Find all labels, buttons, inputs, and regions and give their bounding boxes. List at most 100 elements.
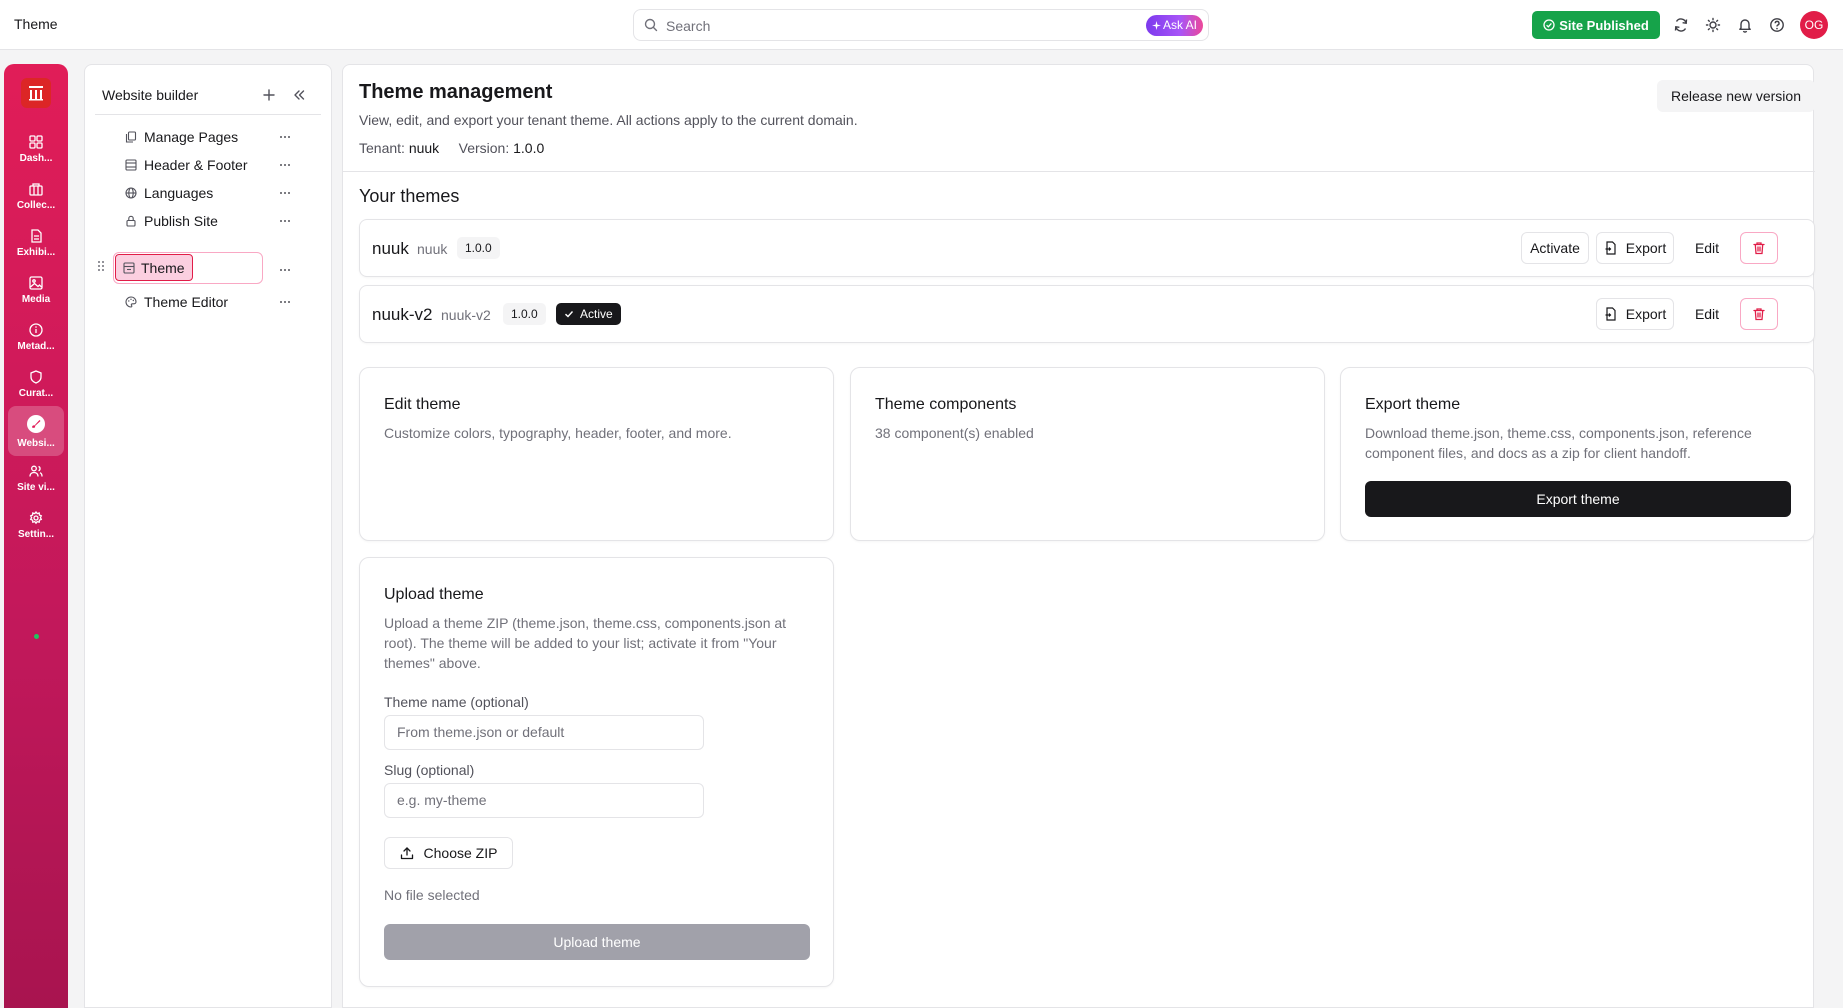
release-new-version-button[interactable]: Release new version bbox=[1657, 80, 1815, 112]
card-description-line: themes" above. bbox=[384, 655, 481, 671]
site-published-button[interactable]: Site Published bbox=[1532, 11, 1660, 39]
more-icon[interactable] bbox=[277, 294, 293, 310]
check-icon bbox=[565, 311, 574, 318]
choose-zip-button[interactable]: Choose ZIP bbox=[384, 837, 513, 869]
delete-button[interactable] bbox=[1740, 298, 1778, 330]
search-icon bbox=[644, 18, 658, 32]
sidebar-item-publish-site[interactable]: Publish Site bbox=[125, 207, 281, 235]
theme-row-nuuk-v2: nuuk-v2 nuuk-v2 1.0.0 Active Export Edit bbox=[359, 285, 1815, 343]
file-export-icon bbox=[1605, 241, 1616, 255]
version-badge: 1.0.0 bbox=[503, 303, 546, 325]
rail-item-label: Collec... bbox=[16, 199, 56, 211]
theme-name-label: Theme name (optional) bbox=[384, 694, 529, 710]
activate-button[interactable]: Activate bbox=[1521, 232, 1589, 264]
plus-icon[interactable] bbox=[261, 87, 277, 103]
rail-item-media[interactable]: Media bbox=[8, 265, 64, 315]
upload-icon bbox=[400, 847, 413, 860]
rail-item-label: Media bbox=[21, 293, 51, 305]
theme-slug: nuuk-v2 bbox=[441, 307, 491, 323]
document-icon bbox=[31, 228, 42, 243]
card-title: Theme components bbox=[875, 396, 1017, 413]
refresh-icon[interactable] bbox=[1671, 15, 1691, 35]
chevrons-left-icon[interactable] bbox=[291, 87, 307, 103]
grid-icon bbox=[29, 134, 43, 149]
bell-icon[interactable] bbox=[1735, 15, 1755, 35]
export-button[interactable]: Export bbox=[1596, 232, 1674, 264]
edit-theme-card[interactable]: Edit theme Customize colors, typography,… bbox=[359, 367, 834, 541]
rail-item-label: Metad... bbox=[17, 340, 55, 352]
card-description-line: root). The theme will be added to your l… bbox=[384, 635, 777, 651]
rail-item-label: Exhibi... bbox=[16, 246, 56, 258]
rail-item-exhibitions[interactable]: Exhibi... bbox=[8, 218, 64, 268]
rail-item-site-visitors[interactable]: Site vi... bbox=[8, 453, 64, 503]
site-status-label: Site Published bbox=[1559, 17, 1649, 33]
theme-name: nuuk-v2 bbox=[372, 305, 433, 324]
rail-item-label: Settin... bbox=[17, 528, 55, 540]
themes-heading: Your themes bbox=[359, 186, 460, 206]
shield-icon bbox=[30, 369, 42, 384]
theme-name-input[interactable]: From theme.json or default bbox=[384, 715, 704, 750]
sun-icon[interactable] bbox=[1703, 15, 1723, 35]
slug-label: Slug (optional) bbox=[384, 762, 475, 778]
ask-ai-label: Ask AI bbox=[1162, 18, 1197, 32]
more-icon[interactable] bbox=[277, 157, 293, 173]
sidebar-item-header-footer[interactable]: Header & Footer bbox=[125, 151, 281, 179]
sidebar-item-theme-editor[interactable]: Theme Editor bbox=[125, 288, 281, 316]
users-icon bbox=[29, 465, 43, 477]
rail-item-dashboard[interactable]: Dash... bbox=[8, 124, 64, 174]
upload-theme-card: Upload theme Upload a theme ZIP (theme.j… bbox=[359, 557, 834, 987]
edit-button[interactable]: Edit bbox=[1680, 232, 1734, 264]
card-description: Customize colors, typography, header, fo… bbox=[384, 425, 732, 441]
delete-button[interactable] bbox=[1740, 232, 1778, 264]
drag-handle-icon[interactable] bbox=[97, 260, 105, 272]
rail-item-website[interactable]: Websi... bbox=[8, 406, 64, 456]
header-divider bbox=[343, 171, 1815, 172]
choose-zip-label: Choose ZIP bbox=[423, 845, 498, 861]
sidebar-item-theme[interactable]: Theme bbox=[115, 254, 193, 281]
export-theme-card: Export theme Download theme.json, theme.… bbox=[1340, 367, 1815, 541]
card-title: Edit theme bbox=[384, 396, 461, 413]
rail-item-curation[interactable]: Curat... bbox=[8, 359, 64, 409]
upload-theme-button[interactable]: Upload theme bbox=[384, 924, 810, 960]
rail-item-label: Websi... bbox=[17, 437, 55, 449]
help-icon[interactable] bbox=[1767, 15, 1787, 35]
file-status: No file selected bbox=[384, 887, 480, 903]
rail-item-metadata[interactable]: Metad... bbox=[8, 312, 64, 362]
export-label: Export bbox=[1625, 240, 1667, 256]
card-description-line: Download theme.json, theme.css, componen… bbox=[1365, 425, 1752, 441]
theme-icon bbox=[123, 261, 135, 274]
sidebar-title: Website builder bbox=[102, 87, 199, 103]
pages-icon bbox=[125, 131, 137, 143]
theme-components-card[interactable]: Theme components 38 component(s) enabled bbox=[850, 367, 1325, 541]
info-icon bbox=[29, 322, 43, 337]
export-theme-button[interactable]: Export theme bbox=[1365, 481, 1791, 517]
version-label: Version: bbox=[458, 140, 510, 156]
avatar[interactable]: OG bbox=[1800, 11, 1828, 39]
sidebar-item-label: Header & Footer bbox=[144, 157, 248, 173]
rail-item-collections[interactable]: Collec... bbox=[8, 171, 64, 221]
trash-icon bbox=[1753, 308, 1765, 321]
card-description: Upload a theme ZIP (theme.json, theme.cs… bbox=[384, 613, 786, 673]
ask-ai-button[interactable]: Ask AI bbox=[1145, 15, 1203, 36]
brush-icon bbox=[27, 414, 45, 433]
more-icon[interactable] bbox=[277, 213, 293, 229]
more-icon[interactable] bbox=[277, 185, 293, 201]
globe-icon bbox=[125, 187, 137, 199]
sidebar-item-manage-pages[interactable]: Manage Pages bbox=[125, 123, 281, 151]
edit-button[interactable]: Edit bbox=[1680, 298, 1734, 330]
card-description-line: Upload a theme ZIP (theme.json, theme.cs… bbox=[384, 615, 787, 631]
page-subtitle: View, edit, and export your tenant theme… bbox=[359, 112, 858, 128]
more-icon[interactable] bbox=[277, 262, 293, 278]
rail-item-settings[interactable]: Settin... bbox=[8, 500, 64, 550]
slug-input[interactable]: e.g. my-theme bbox=[384, 783, 704, 818]
theme-name: nuuk bbox=[372, 239, 409, 258]
export-button[interactable]: Export bbox=[1596, 298, 1674, 330]
version-value: 1.0.0 bbox=[513, 140, 545, 156]
logo-icon[interactable] bbox=[21, 78, 51, 108]
image-icon bbox=[29, 275, 43, 290]
theme-slug: nuuk bbox=[417, 241, 448, 257]
active-label: Active bbox=[580, 307, 613, 321]
search-input[interactable]: Search Ask AI bbox=[633, 9, 1209, 41]
more-icon[interactable] bbox=[277, 129, 293, 145]
sidebar-item-languages[interactable]: Languages bbox=[125, 179, 281, 207]
